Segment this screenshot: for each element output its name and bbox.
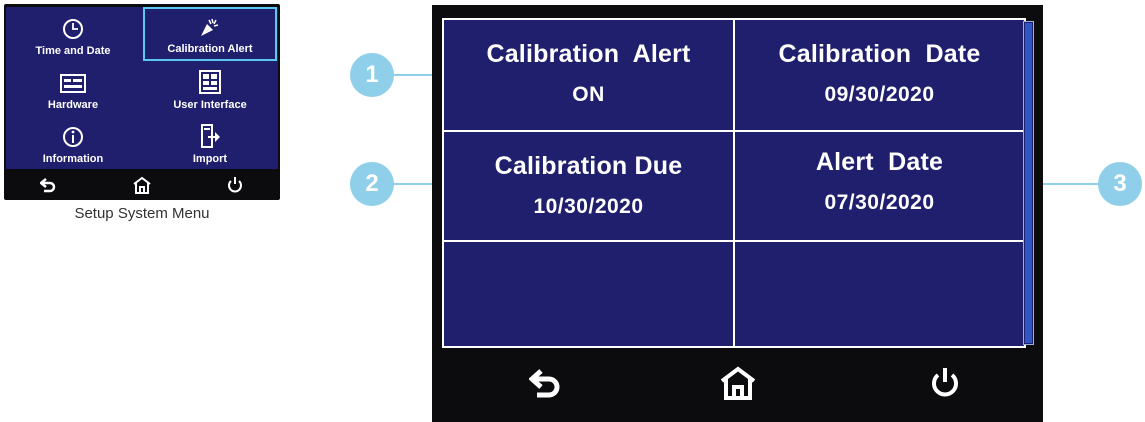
menu-item-time-and-date[interactable]: Time and Date xyxy=(6,7,140,61)
calibration-due-label: Calibration Due xyxy=(494,152,683,180)
menu-item-label: User Interface xyxy=(173,99,247,111)
back-icon[interactable] xyxy=(38,176,58,199)
calibration-alert-value: ON xyxy=(572,83,605,106)
power-icon[interactable] xyxy=(226,176,244,199)
main-nav-bar xyxy=(432,348,1043,422)
menu-item-label: Time and Date xyxy=(35,45,111,57)
clock-icon xyxy=(62,18,84,43)
calibration-due-value: 10/30/2020 xyxy=(533,195,644,218)
callout-3: 3 xyxy=(1098,162,1142,206)
user-interface-icon xyxy=(199,70,221,97)
alert-date-label: Alert Date xyxy=(815,148,944,176)
menu-item-calibration-alert[interactable]: Calibration Alert xyxy=(143,7,277,61)
alert-icon xyxy=(198,16,222,41)
hardware-icon xyxy=(60,74,86,97)
back-icon[interactable] xyxy=(528,366,565,405)
menu-item-label: Information xyxy=(42,153,104,165)
power-icon[interactable] xyxy=(928,366,962,405)
home-icon[interactable] xyxy=(719,366,757,405)
home-icon[interactable] xyxy=(132,176,152,199)
info-icon xyxy=(62,126,84,151)
alert-date-value: 07/30/2020 xyxy=(824,191,935,214)
setup-menu-grid: Time and Date Calibration Alert Hardware… xyxy=(6,7,278,169)
scrollbar-thumb[interactable] xyxy=(1025,23,1032,343)
calibration-date-label: Calibration Date xyxy=(778,40,981,68)
menu-item-label: Hardware xyxy=(47,99,99,111)
scrollbar[interactable] xyxy=(1023,21,1034,345)
calibration-alert-cell[interactable]: Calibration Alert ON xyxy=(444,20,733,130)
callout-2: 2 xyxy=(350,162,394,206)
menu-item-label: Calibration Alert xyxy=(167,43,253,55)
setup-menu-nav-bar xyxy=(4,170,280,200)
calibration-alert-screen: Calibration Alert ON Calibration Date 09… xyxy=(432,5,1043,422)
menu-item-information[interactable]: Information xyxy=(6,115,140,169)
menu-item-import[interactable]: Import xyxy=(143,115,277,169)
menu-item-user-interface[interactable]: User Interface xyxy=(143,61,277,115)
calibration-grid: Calibration Alert ON Calibration Date 09… xyxy=(442,18,1026,348)
calibration-alert-label: Calibration Alert xyxy=(486,40,691,68)
calibration-date-value: 09/30/2020 xyxy=(824,83,935,106)
empty-cell xyxy=(735,242,1024,346)
setup-menu-caption: Setup System Menu xyxy=(74,205,210,222)
alert-date-cell[interactable]: Alert Date 07/30/2020 xyxy=(735,132,1024,240)
callout-1: 1 xyxy=(350,53,394,97)
calibration-due-cell[interactable]: Calibration Due 10/30/2020 xyxy=(444,132,733,240)
calibration-date-cell[interactable]: Calibration Date 09/30/2020 xyxy=(735,20,1024,130)
setup-system-menu-screen: Time and Date Calibration Alert Hardware… xyxy=(4,4,280,200)
menu-item-hardware[interactable]: Hardware xyxy=(6,61,140,115)
empty-cell xyxy=(444,242,733,346)
import-icon xyxy=(199,124,221,151)
menu-item-label: Import xyxy=(192,153,228,165)
